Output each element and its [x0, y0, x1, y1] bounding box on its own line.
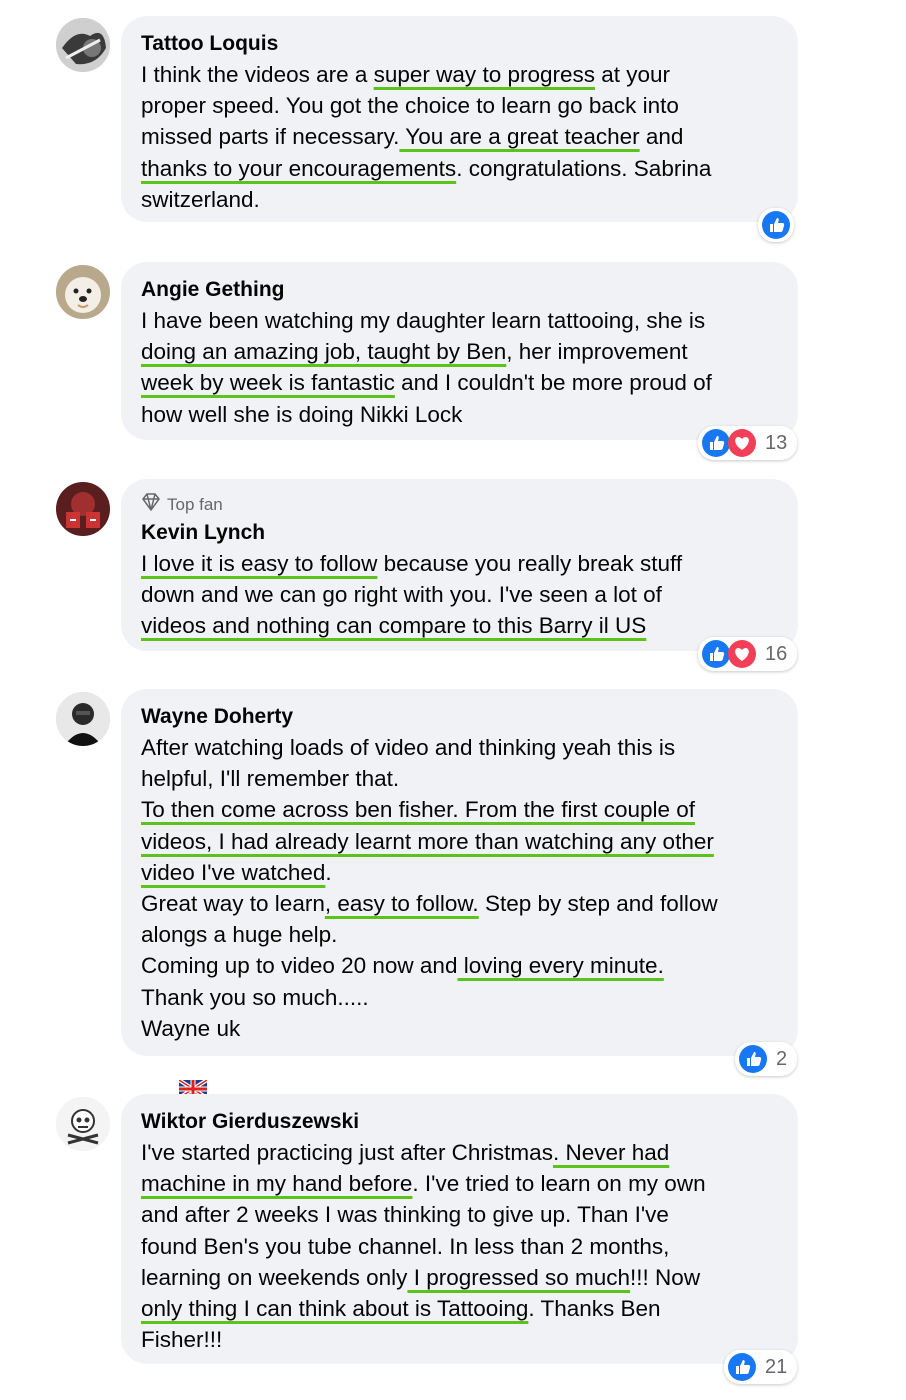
- highlighted-phrase: video I've watched: [141, 859, 326, 885]
- highlighted-phrase: videos and nothing can compare to this B…: [141, 613, 647, 639]
- heart-icon: [727, 639, 757, 669]
- comment-author[interactable]: Wiktor Gierduszewski: [141, 1109, 778, 1135]
- highlighted-phrase: machine in my hand before: [141, 1171, 413, 1197]
- comment-bubble: Wayne Doherty After watching loads of vi…: [121, 689, 798, 1195]
- reaction-summary[interactable]: 2: [735, 1042, 798, 1076]
- reaction-summary[interactable]: 21: [724, 1350, 798, 1384]
- reaction-count: 2: [776, 1047, 788, 1070]
- diamond-icon: [141, 493, 161, 517]
- comment-author[interactable]: Tattoo Loquis: [141, 31, 778, 57]
- highlighted-phrase: I love it is easy to follow: [141, 551, 378, 576]
- highlighted-phrase: super way to progress: [373, 62, 595, 87]
- comment-bubble: Angie Gething I have been watching my da…: [121, 262, 798, 440]
- reaction-count: 16: [765, 642, 788, 665]
- comment-author[interactable]: Kevin Lynch: [141, 520, 778, 546]
- top-fan-badge: Top fan: [141, 493, 778, 517]
- comment-text: I love it is easy to follow because you …: [141, 551, 683, 639]
- highlighted-phrase: only thing I can think about is Tattooin…: [141, 1296, 529, 1322]
- heart-icon: [727, 428, 757, 458]
- reaction-summary[interactable]: 13: [698, 426, 798, 460]
- comment-author[interactable]: Wayne Doherty: [141, 704, 778, 730]
- highlighted-phrase: week by week is fantastic: [141, 370, 395, 396]
- comment-text: I've started practicing just after Chris…: [141, 1140, 706, 1353]
- comment-text: I have been watching my daughter learn t…: [141, 308, 712, 427]
- highlighted-phrase: thanks to your encouragements: [141, 155, 457, 181]
- avatar[interactable]: [56, 1097, 110, 1151]
- comment-text: I think the videos are a super way to pr…: [141, 62, 712, 212]
- highlighted-phrase: loving every minute.: [457, 953, 664, 979]
- thumbs-up-icon: [727, 1352, 757, 1382]
- reaction-summary[interactable]: 16: [698, 637, 798, 671]
- comment-bubble: Top fan Kevin Lynch I love it is easy to…: [121, 479, 798, 651]
- avatar[interactable]: [56, 482, 110, 536]
- avatar[interactable]: [56, 265, 110, 319]
- highlighted-phrase: videos, I had already learnt more than w…: [141, 828, 714, 854]
- highlighted-phrase: , easy to follow.: [324, 891, 479, 917]
- comment-author[interactable]: Angie Gething: [141, 277, 778, 303]
- reaction-count: 13: [765, 431, 788, 454]
- avatar[interactable]: [56, 18, 110, 72]
- highlighted-phrase: To then come across ben fisher. From the…: [141, 797, 696, 823]
- reaction-summary[interactable]: [758, 208, 794, 242]
- highlighted-phrase: . Never had: [552, 1140, 670, 1165]
- thumbs-up-icon: [761, 210, 791, 240]
- comment-bubble: Wiktor Gierduszewski I've started practi…: [121, 1094, 798, 1364]
- comment-bubble: Tattoo Loquis I think the videos are a s…: [121, 16, 798, 222]
- highlighted-phrase: doing an amazing job, taught by Ben: [141, 339, 507, 365]
- reaction-count: 21: [765, 1355, 788, 1378]
- avatar[interactable]: [56, 692, 110, 746]
- highlighted-phrase: I progressed so much: [407, 1264, 631, 1290]
- highlighted-phrase: You are a great teacher: [399, 124, 640, 150]
- thumbs-up-icon: [738, 1044, 768, 1074]
- badge-label: Top fan: [167, 495, 223, 514]
